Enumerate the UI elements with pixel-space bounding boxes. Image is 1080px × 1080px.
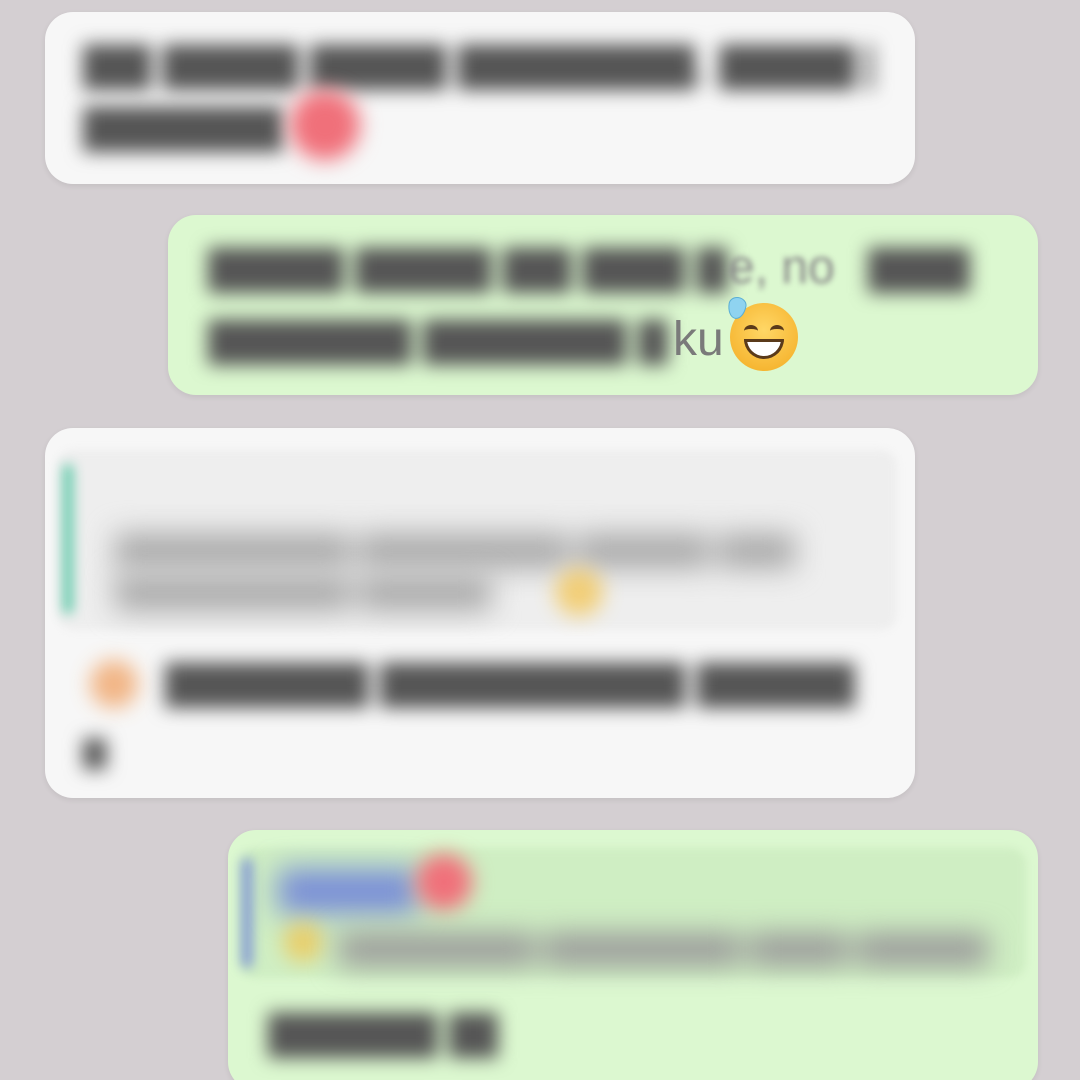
message-bubble-outgoing[interactable]: ▇▇▇▇ ▇▇▇▇ ▇▇ ▇▇▇ ▇▇▇▇▇ e, no ▇▇▇ ▇▇▇▇▇▇ … [168, 215, 1038, 395]
message-text-visible: ku [673, 313, 724, 366]
message-text-visible: e, no [728, 241, 835, 294]
sweat-smile-emoji-icon [726, 295, 798, 371]
quote-bar [63, 464, 73, 614]
emoji-icon [555, 568, 603, 616]
message-bubble-incoming[interactable]: ▇▇ ▇▇▇▇ ▇▇▇▇ ▇▇▇▇▇▇▇, ▇▇▇▇ ▇▇▇▇▇▇▇ ▇▇▇▇▇… [45, 12, 915, 184]
quoted-text-blurred: ▇▇▇▇▇▇▇▇ ▇▇▇▇▇▇▇▇ ▇▇▇▇ ▇▇▇▇▇▇▇▇▇ [338, 929, 988, 965]
emoji-icon [283, 922, 323, 962]
message-text-blurred: ▇ [83, 736, 107, 769]
message-text-blurred: ▇▇▇▇▇▇ ▇▇▇▇▇▇▇▇▇ ▇▇▇▇▇ ▇▇▇▇▇▇▇▇ [165, 658, 855, 707]
message-text-blurred: ▇▇▇▇▇▇ ▇▇▇▇▇▇ ▇ ▇▇ [208, 315, 668, 364]
message-text-blurred: ▇▇▇▇▇▇ [83, 102, 283, 151]
emoji-icon [90, 660, 138, 708]
message-text-blurred: ▇▇▇▇▇ ▇▇▇ [268, 1008, 498, 1057]
emoji-icon [416, 854, 472, 910]
quote-bar [242, 858, 252, 968]
emoji-icon [290, 90, 360, 160]
message-bubble-incoming[interactable]: ▇▇▇▇▇▇▇▇▇ ▇▇▇▇▇▇▇▇ ▇▇▇▇▇ ▇▇▇▇ ▇▇▇▇▇▇▇▇▇ … [45, 428, 915, 798]
message-text-blurred: ▇▇ ▇▇▇▇ ▇▇▇▇ ▇▇▇▇▇▇▇, ▇▇▇▇ ▇▇▇▇▇▇▇ [83, 40, 873, 89]
quoted-text-blurred: ▇▇▇▇▇▇▇▇▇ ▇▇▇▇▇ [115, 572, 491, 610]
message-text-blurred: ▇▇▇▇ ▇▇▇▇ ▇▇ ▇▇▇ ▇▇▇▇▇ [208, 243, 728, 292]
message-text-blurred: ▇▇▇ [868, 243, 970, 292]
chat-view: ▇▇ ▇▇▇▇ ▇▇▇▇ ▇▇▇▇▇▇▇, ▇▇▇▇ ▇▇▇▇▇▇ ▇ ▇▇▇ ▇▇… [0, 0, 1080, 1080]
message-bubble-outgoing[interactable]: ▇▇▇▇ ▇ ▇▇▇▇▇▇▇ ▇ ▇▇▇▇▇▇▇ ▇ ▇▇▇ ▇ ▇▇▇▇ ▇▇▇▇▇ ▇… [228, 830, 1038, 1080]
